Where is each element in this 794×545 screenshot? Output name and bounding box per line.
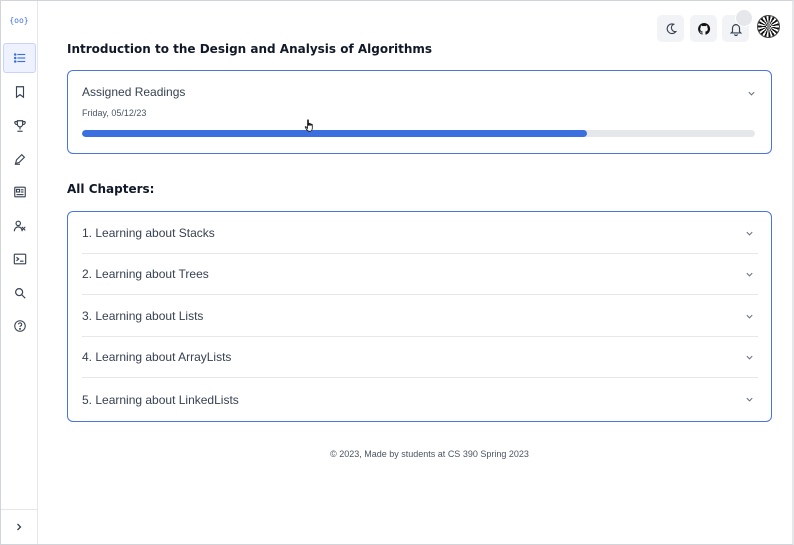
app-window: {oo} Introduction to the Design and Anal… <box>0 0 794 545</box>
sidebar: {oo} <box>1 1 38 544</box>
app-logo[interactable]: {oo} <box>8 14 30 28</box>
chapter-item[interactable]: 2. Learning about Trees <box>82 254 758 295</box>
chevron-down-icon <box>746 397 753 402</box>
reading-progress-fill <box>82 130 587 137</box>
users-icon <box>13 220 26 232</box>
sidebar-item-achievements[interactable] <box>3 111 36 141</box>
footer-text: © 2023, Made by students at CS 390 Sprin… <box>330 449 529 459</box>
sidebar-item-articles[interactable] <box>3 177 36 207</box>
moon-icon <box>666 22 677 34</box>
chapters-list: 1. Learning about Stacks 2. Learning abo… <box>67 211 772 422</box>
chapter-label: 5. Learning about LinkedLists <box>82 392 239 407</box>
terminal-icon <box>13 253 26 265</box>
trophy-icon <box>13 120 26 132</box>
assigned-date: Friday, 05/12/23 <box>82 108 147 118</box>
sidebar-item-readings[interactable] <box>3 43 36 73</box>
chevron-down-icon[interactable] <box>747 89 756 98</box>
sidebar-item-search[interactable] <box>3 278 36 308</box>
reading-progress-bar <box>82 130 755 137</box>
chapter-item[interactable]: 3. Learning about Lists <box>82 296 758 337</box>
sidebar-item-bookmarks[interactable] <box>3 77 36 107</box>
sidebar-item-notes[interactable] <box>3 144 36 174</box>
sidebar-item-help[interactable] <box>3 311 36 341</box>
bookmark-icon <box>15 86 24 99</box>
chevron-right-icon <box>17 523 22 530</box>
chapter-label: 2. Learning about Trees <box>82 267 209 281</box>
chapter-item[interactable]: 4. Learning about ArrayLists <box>82 337 758 378</box>
sidebar-item-community[interactable] <box>3 211 36 241</box>
hand-cursor-icon <box>304 119 313 132</box>
page-title: Introduction to the Design and Analysis … <box>67 42 433 56</box>
chapter-item[interactable]: 5. Learning about LinkedLists <box>82 379 758 420</box>
help-icon <box>13 320 26 332</box>
chevron-down-icon <box>746 355 753 360</box>
chapters-heading: All Chapters: <box>67 182 155 196</box>
chevron-down-icon <box>746 231 753 236</box>
chevron-down-icon <box>746 314 753 319</box>
chapter-label: 1. Learning about Stacks <box>82 226 215 240</box>
sidebar-item-terminal[interactable] <box>3 244 36 274</box>
chevron-down-icon <box>746 272 753 277</box>
chapter-label: 4. Learning about ArrayLists <box>82 350 232 364</box>
chapter-label: 3. Learning about Lists <box>82 309 204 323</box>
github-icon <box>697 22 710 35</box>
chapter-item[interactable]: 1. Learning about Stacks <box>82 213 758 254</box>
assigned-readings-card[interactable]: Assigned Readings Friday, 05/12/23 <box>67 70 772 154</box>
notification-badge <box>735 9 753 27</box>
assigned-readings-title: Assigned Readings <box>82 85 186 99</box>
sidebar-expand-button[interactable] <box>1 509 37 543</box>
github-button[interactable] <box>690 15 717 42</box>
user-avatar[interactable] <box>757 15 780 38</box>
search-icon <box>14 288 26 299</box>
pen-icon <box>14 153 25 165</box>
theme-toggle-button[interactable] <box>657 15 684 42</box>
list-icon <box>13 53 25 63</box>
newspaper-icon <box>13 186 26 198</box>
